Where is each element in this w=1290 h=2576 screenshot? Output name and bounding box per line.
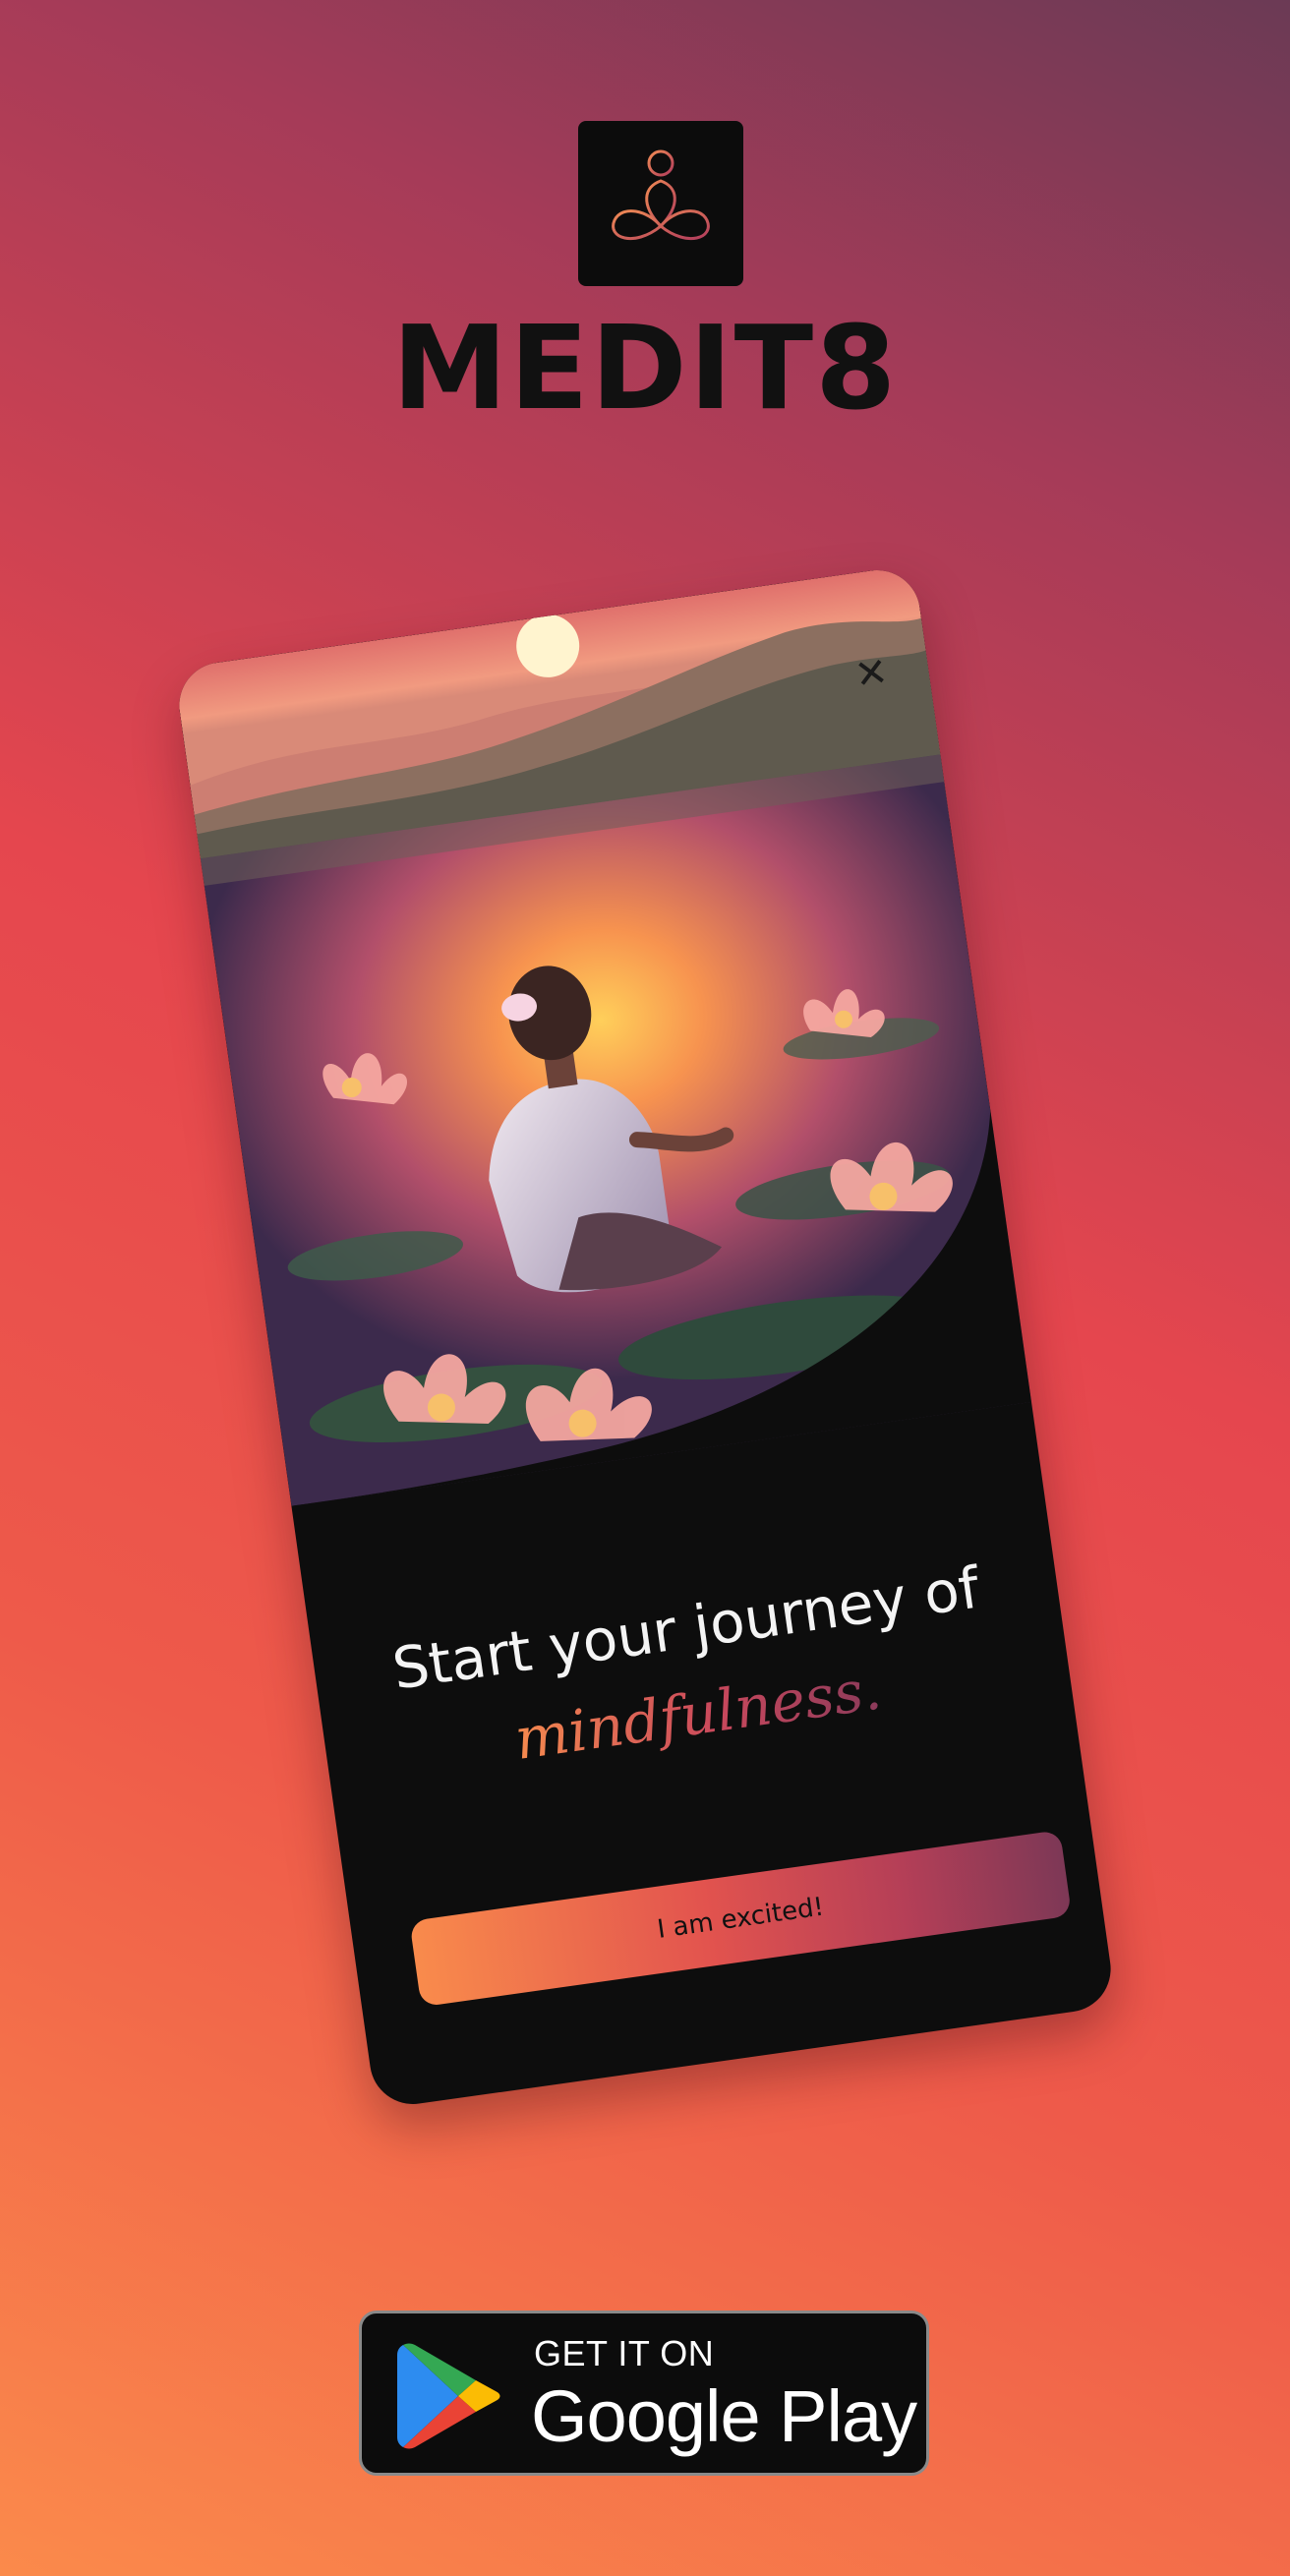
close-icon[interactable]: ✕ bbox=[851, 649, 892, 698]
google-play-icon bbox=[397, 2343, 500, 2449]
app-name: MEDIT8 bbox=[391, 300, 899, 436]
meditation-infinity-icon bbox=[612, 149, 710, 241]
play-badge-small-text: GET IT ON bbox=[534, 2333, 715, 2373]
play-badge-big-text: Google Play bbox=[531, 2375, 917, 2457]
app-logo bbox=[578, 121, 743, 286]
onboarding-screen: ✕ Start your journey of mindfulness. I a… bbox=[173, 564, 1117, 2110]
excited-button[interactable]: I am excited! bbox=[409, 1830, 1073, 2008]
hero-illustration bbox=[173, 564, 1032, 1506]
google-play-badge[interactable]: GET IT ON Google Play bbox=[359, 2311, 929, 2476]
